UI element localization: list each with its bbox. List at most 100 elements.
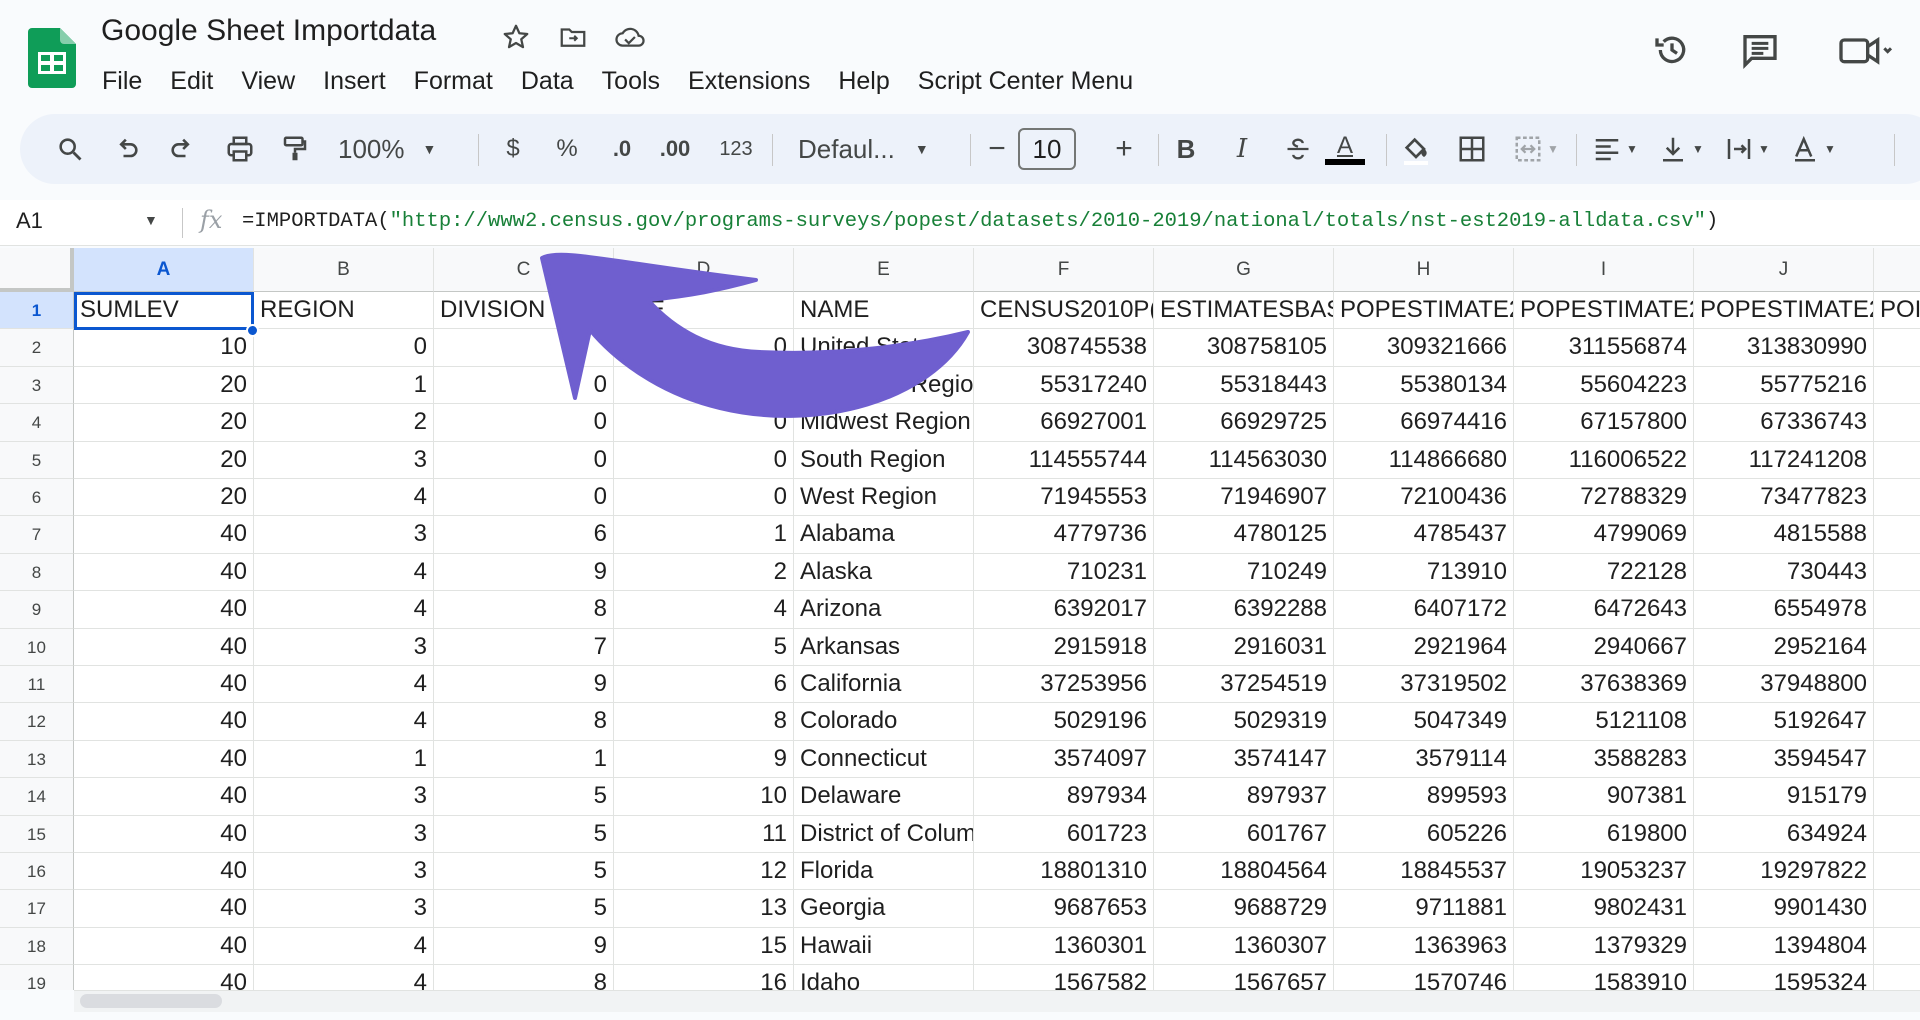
zoom-select[interactable]: 100% ▼ [338, 126, 448, 172]
cell-k9[interactable] [1874, 591, 1920, 629]
cell-d10[interactable]: 5 [614, 628, 794, 666]
row-header-18[interactable]: 18 [0, 927, 74, 966]
cell-f13[interactable]: 3574097 [974, 740, 1154, 779]
cell-i19[interactable]: 1583910 [1514, 965, 1694, 990]
cell-h6[interactable]: 72100436 [1334, 479, 1514, 517]
cell-b14[interactable]: 3 [254, 778, 434, 816]
cell-h17[interactable]: 9711881 [1334, 890, 1514, 928]
cell-b9[interactable]: 4 [254, 591, 434, 629]
cell-d3[interactable] [614, 366, 794, 405]
cell-d2[interactable]: 0 [614, 329, 794, 367]
cell-b16[interactable]: 3 [254, 853, 434, 891]
cell-i10[interactable]: 2940667 [1514, 628, 1694, 666]
cell-g10[interactable]: 2916031 [1154, 628, 1334, 666]
cell-a12[interactable]: 40 [74, 703, 254, 741]
cell-g4[interactable]: 66929725 [1154, 404, 1334, 442]
cell-i7[interactable]: 4799069 [1514, 516, 1694, 554]
cell-d19[interactable]: 16 [614, 965, 794, 990]
cell-e10[interactable]: Arkansas [794, 628, 974, 666]
cell-a8[interactable]: 40 [74, 553, 254, 592]
cell-c7[interactable]: 6 [434, 516, 614, 554]
cell-k14[interactable] [1874, 778, 1920, 816]
cell-c3[interactable]: 0 [434, 366, 614, 405]
row-header-8[interactable]: 8 [0, 553, 74, 592]
cell-f7[interactable]: 4779736 [974, 516, 1154, 554]
cell-j18[interactable]: 1394804 [1694, 927, 1874, 966]
merge-cells-icon[interactable]: ▼ [1506, 126, 1566, 172]
cell-d5[interactable]: 0 [614, 441, 794, 479]
row-header-3[interactable]: 3 [0, 366, 74, 405]
cell-i15[interactable]: 619800 [1514, 815, 1694, 853]
cell-g2[interactable]: 308758105 [1154, 329, 1334, 367]
cell-g6[interactable]: 71946907 [1154, 479, 1334, 517]
cell-k10[interactable] [1874, 629, 1920, 666]
redo-icon[interactable] [162, 126, 202, 172]
cell-i6[interactable]: 72788329 [1514, 479, 1694, 517]
row-header-9[interactable]: 9 [0, 591, 74, 629]
menu-edit[interactable]: Edit [156, 64, 227, 98]
cell-c15[interactable]: 5 [434, 815, 614, 853]
row-header-6[interactable]: 6 [0, 479, 74, 517]
cell-c14[interactable]: 5 [434, 778, 614, 816]
bold-button[interactable]: B [1166, 126, 1206, 172]
cell-b6[interactable]: 4 [254, 479, 434, 517]
cell-i18[interactable]: 1379329 [1514, 927, 1694, 966]
column-header-i[interactable]: I [1514, 248, 1694, 292]
row-header-7[interactable]: 7 [0, 516, 74, 554]
cell-d14[interactable]: 10 [614, 778, 794, 816]
cell-i13[interactable]: 3588283 [1514, 740, 1694, 779]
cell-c17[interactable]: 5 [434, 890, 614, 928]
cell-f8[interactable]: 710231 [974, 553, 1154, 592]
cell-i16[interactable]: 19053237 [1514, 853, 1694, 891]
cell-i14[interactable]: 907381 [1514, 778, 1694, 816]
cell-g12[interactable]: 5029319 [1154, 703, 1334, 741]
row-header-19[interactable]: 19 [0, 965, 74, 990]
cell-h1[interactable]: POPESTIMATE2 [1334, 292, 1514, 330]
column-header-f[interactable]: F [974, 248, 1154, 292]
cell-g16[interactable]: 18804564 [1154, 853, 1334, 891]
cell-a9[interactable]: 40 [74, 591, 254, 629]
cell-j12[interactable]: 5192647 [1694, 703, 1874, 741]
undo-icon[interactable] [107, 126, 147, 172]
cell-k15[interactable] [1874, 816, 1920, 853]
cell-c10[interactable]: 7 [434, 628, 614, 666]
cell-f6[interactable]: 71945553 [974, 479, 1154, 517]
cell-g14[interactable]: 897937 [1154, 778, 1334, 816]
cell-c13[interactable]: 1 [434, 740, 614, 779]
paint-format-icon[interactable] [275, 126, 315, 172]
decrease-decimal-button[interactable]: .0 [602, 126, 642, 172]
menu-extensions[interactable]: Extensions [674, 64, 824, 98]
cell-a7[interactable]: 40 [74, 516, 254, 554]
cell-k5[interactable] [1874, 442, 1920, 479]
cell-e13[interactable]: Connecticut [794, 740, 974, 779]
cell-g3[interactable]: 55318443 [1154, 366, 1334, 405]
cell-e9[interactable]: Arizona [794, 591, 974, 629]
print-icon[interactable] [220, 126, 260, 172]
cell-g17[interactable]: 9688729 [1154, 890, 1334, 928]
cell-f1[interactable]: CENSUS2010P( [974, 292, 1154, 330]
cell-d11[interactable]: 6 [614, 666, 794, 704]
cell-j10[interactable]: 2952164 [1694, 628, 1874, 666]
cell-e19[interactable]: Idaho [794, 965, 974, 990]
version-history-icon[interactable] [1650, 28, 1694, 72]
star-icon[interactable] [499, 20, 533, 54]
strikethrough-icon[interactable] [1278, 126, 1318, 172]
column-header-h[interactable]: H [1334, 248, 1514, 292]
document-title[interactable]: Google Sheet Importdata [101, 14, 436, 48]
cell-i1[interactable]: POPESTIMATE2 [1514, 292, 1694, 330]
horizontal-scrollbar-thumb[interactable] [80, 994, 222, 1008]
cell-g8[interactable]: 710249 [1154, 553, 1334, 592]
cell-a10[interactable]: 40 [74, 628, 254, 666]
cell-a4[interactable]: 20 [74, 404, 254, 442]
row-header-2[interactable]: 2 [0, 329, 74, 367]
cell-c4[interactable]: 0 [434, 404, 614, 442]
cell-f2[interactable]: 308745538 [974, 329, 1154, 367]
menu-help[interactable]: Help [824, 64, 903, 98]
menu-script-center[interactable]: Script Center Menu [904, 64, 1147, 98]
cell-g1[interactable]: ESTIMATESBAS [1154, 292, 1334, 330]
cell-f4[interactable]: 66927001 [974, 404, 1154, 442]
cell-k4[interactable] [1874, 404, 1920, 442]
row-header-4[interactable]: 4 [0, 404, 74, 442]
cell-d9[interactable]: 4 [614, 591, 794, 629]
menu-data[interactable]: Data [507, 64, 588, 98]
